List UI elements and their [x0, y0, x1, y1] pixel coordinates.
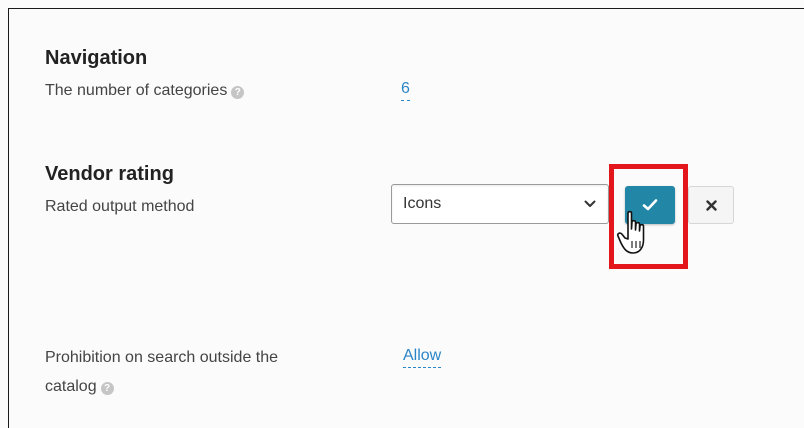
question-circle-icon[interactable]: ?	[100, 382, 114, 395]
categories-value-link[interactable]: 6	[401, 79, 410, 101]
hand-pointer-cursor-icon	[617, 210, 645, 254]
cancel-button[interactable]	[688, 186, 734, 224]
search-prohibition-label-line2-row: catalog?	[45, 375, 278, 399]
settings-panel: Navigation The number of categories? 6 V…	[0, 0, 804, 428]
search-prohibition-label: Prohibition on search outside the catalo…	[45, 346, 278, 399]
output-method-select-value: Icons	[403, 195, 442, 212]
panel-left-border	[8, 8, 9, 428]
question-circle-icon[interactable]: ?	[231, 86, 245, 99]
output-method-select[interactable]: Icons	[391, 184, 609, 224]
chevron-down-icon	[584, 200, 596, 207]
navigation-section-title: Navigation	[45, 47, 148, 69]
output-method-label: Rated output method	[45, 198, 195, 215]
categories-setting-label: The number of categories?	[45, 79, 245, 103]
vendor-rating-section-title: Vendor rating	[45, 163, 174, 185]
categories-label-text: The number of categories	[45, 82, 228, 99]
search-prohibition-label-line1: Prohibition on search outside the	[45, 349, 279, 366]
search-prohibition-label-line2: catalog	[45, 378, 97, 395]
search-prohibition-value-link[interactable]: Allow	[403, 346, 442, 368]
close-icon	[706, 200, 717, 211]
panel-top-border	[8, 8, 804, 9]
